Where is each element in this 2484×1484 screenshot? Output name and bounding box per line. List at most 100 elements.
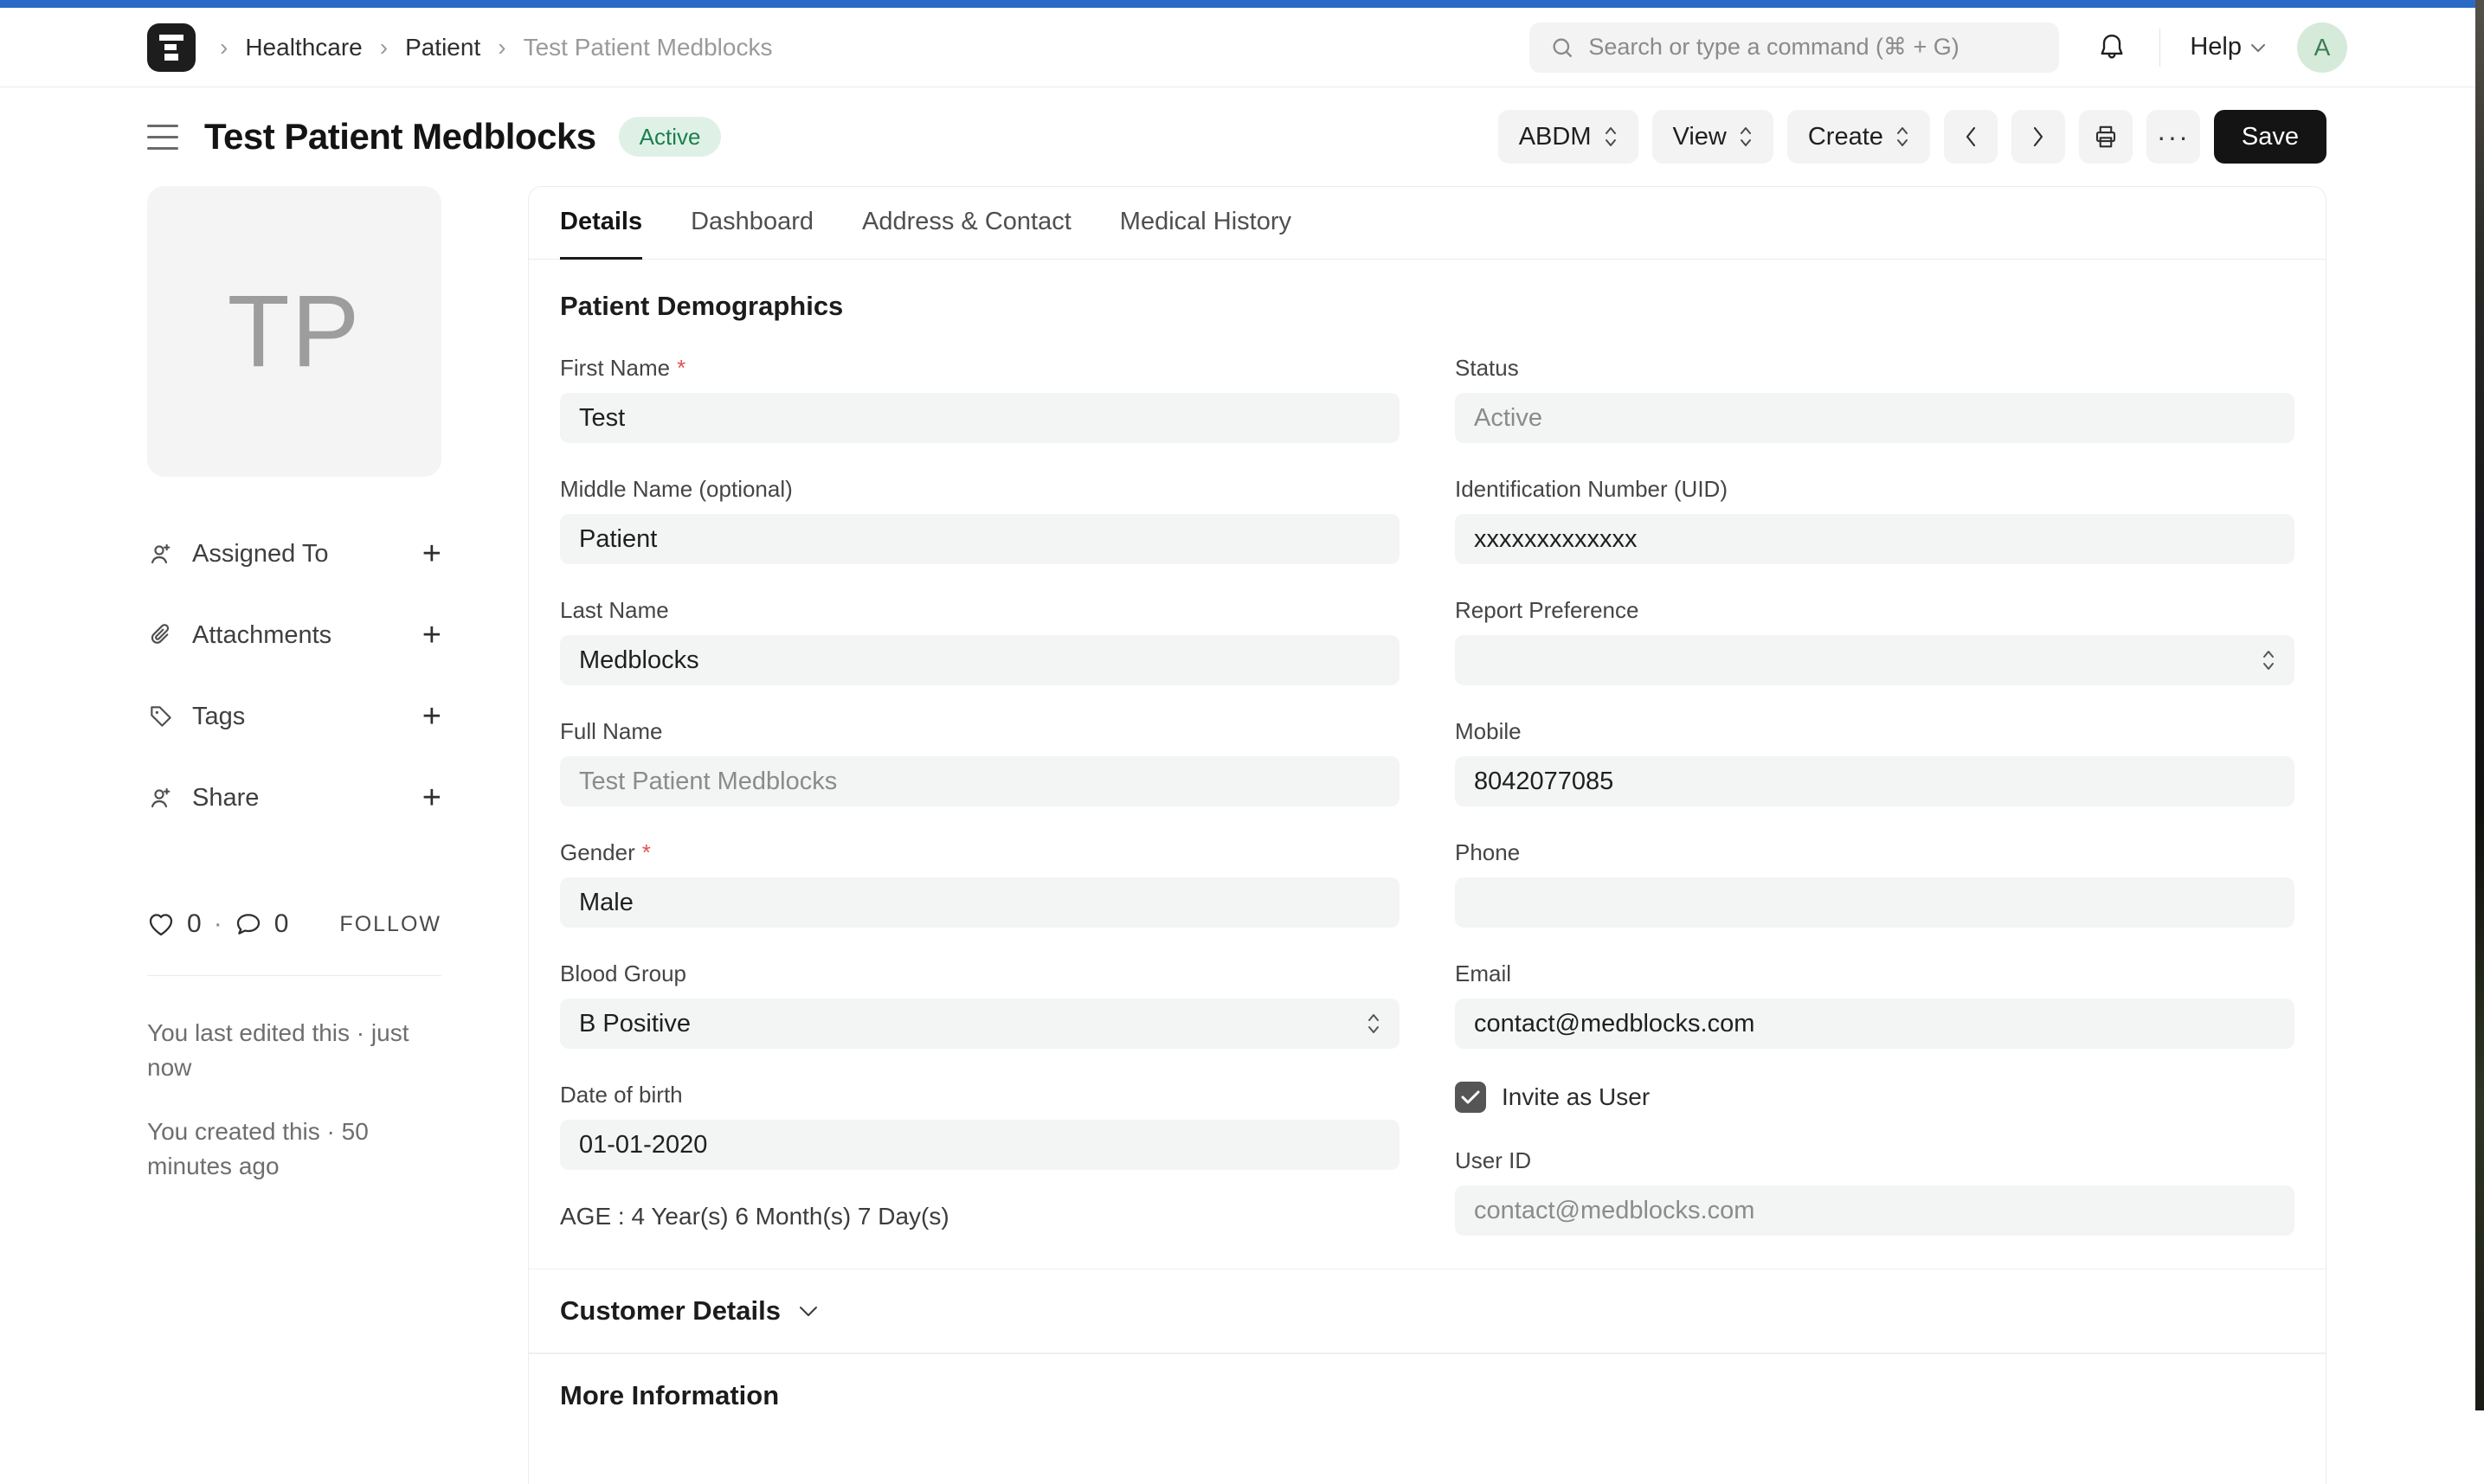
user-plus-icon	[147, 540, 175, 568]
first-name-label: First Name	[560, 355, 670, 382]
user-avatar[interactable]: A	[2297, 22, 2347, 73]
blood-group-select[interactable]: B Positive	[560, 999, 1400, 1049]
last-edited-text[interactable]: You last edited this · just now	[147, 1016, 441, 1085]
help-menu[interactable]: Help	[2190, 33, 2266, 61]
search-input[interactable]: Search or type a command (⌘ + G)	[1529, 22, 2059, 73]
blood-group-field: Blood Group B Positive	[560, 960, 1400, 1049]
next-record-button[interactable]	[2011, 110, 2065, 164]
likes-row: 0 · 0 FOLLOW	[147, 909, 441, 939]
select-arrows-icon	[2262, 648, 2275, 672]
date-of-birth-field: Date of birth 01-01-2020	[560, 1082, 1400, 1170]
checkbox-checked-icon[interactable]	[1455, 1082, 1486, 1113]
uid-input[interactable]: xxxxxxxxxxxxx	[1455, 514, 2294, 564]
details-form: Patient Demographics First Name * Test	[529, 260, 2326, 1269]
main-card: Details Dashboard Address & Contact Medi…	[528, 186, 2326, 1484]
customer-details-title: Customer Details	[560, 1295, 781, 1327]
breadcrumb: › Healthcare › Patient › Test Patient Me…	[147, 23, 772, 72]
add-assignment-button[interactable]: +	[422, 537, 441, 570]
patient-image-placeholder[interactable]: TP	[147, 186, 441, 477]
app-logo[interactable]	[147, 23, 196, 72]
tag-icon	[147, 703, 175, 730]
breadcrumb-chevron-icon: ›	[380, 34, 388, 61]
view-dropdown-button[interactable]: View	[1652, 110, 1773, 164]
mobile-field: Mobile 8042077085	[1455, 718, 2294, 806]
gender-label: Gender	[560, 839, 635, 866]
report-preference-select[interactable]	[1455, 635, 2294, 685]
status-label: Status	[1455, 355, 1519, 382]
search-placeholder: Search or type a command (⌘ + G)	[1588, 34, 1959, 61]
sidebar-item-share[interactable]: Share +	[147, 769, 441, 826]
user-plus-icon	[147, 784, 175, 812]
sidebar-toggle-button[interactable]	[147, 125, 178, 150]
tab-medical-history[interactable]: Medical History	[1120, 187, 1291, 260]
phone-input[interactable]	[1455, 877, 2294, 928]
tab-details[interactable]: Details	[560, 187, 642, 260]
breadcrumb-chevron-icon: ›	[220, 34, 228, 61]
chevron-right-icon	[2031, 125, 2045, 148]
uid-field: Identification Number (UID) xxxxxxxxxxxx…	[1455, 476, 2294, 564]
sidebar: TP Assigned To + Attachments +	[147, 186, 441, 1213]
navbar-divider	[2159, 29, 2160, 67]
add-attachment-button[interactable]: +	[422, 619, 441, 652]
customer-details-section-toggle[interactable]: Customer Details	[529, 1269, 2326, 1352]
follow-button[interactable]: FOLLOW	[339, 912, 441, 937]
search-icon	[1550, 35, 1574, 60]
help-label: Help	[2190, 33, 2242, 61]
gender-input[interactable]: Male	[560, 877, 1400, 928]
sidebar-item-attachments[interactable]: Attachments +	[147, 607, 441, 664]
email-input[interactable]: contact@medblocks.com	[1455, 999, 2294, 1049]
heart-icon[interactable]	[147, 911, 175, 937]
form-left-column: First Name * Test Middle Name (optional)…	[560, 355, 1400, 1269]
required-marker: *	[677, 355, 685, 382]
breadcrumb-healthcare[interactable]: Healthcare	[245, 34, 362, 61]
status-input: Active	[1455, 393, 2294, 443]
comment-icon[interactable]	[235, 911, 262, 937]
add-tag-button[interactable]: +	[422, 700, 441, 733]
chevron-left-icon	[1964, 125, 1978, 148]
patient-initials: TP	[228, 273, 362, 390]
status-badge: Active	[619, 117, 722, 157]
middle-name-field: Middle Name (optional) Patient	[560, 476, 1400, 564]
required-marker: *	[642, 839, 651, 866]
navbar-right: Help A	[2097, 22, 2347, 73]
report-preference-field: Report Preference	[1455, 597, 2294, 685]
uid-label: Identification Number (UID)	[1455, 476, 1728, 503]
sidebar-menu: Assigned To + Attachments + Tags +	[147, 525, 441, 826]
avatar-initial: A	[2314, 34, 2331, 61]
breadcrumb-patient[interactable]: Patient	[405, 34, 480, 61]
email-label: Email	[1455, 960, 1511, 987]
tab-dashboard[interactable]: Dashboard	[691, 187, 814, 260]
breadcrumb-chevron-icon: ›	[498, 34, 505, 61]
invite-as-user-checkbox[interactable]: Invite as User	[1455, 1082, 2294, 1113]
previous-record-button[interactable]	[1944, 110, 1998, 164]
create-dropdown-button[interactable]: Create	[1787, 110, 1930, 164]
first-name-input[interactable]: Test	[560, 393, 1400, 443]
date-of-birth-input[interactable]: 01-01-2020	[560, 1120, 1400, 1170]
navbar: › Healthcare › Patient › Test Patient Me…	[0, 8, 2484, 87]
user-id-input: contact@medblocks.com	[1455, 1185, 2294, 1236]
page-header: Test Patient Medblocks Active ABDM View …	[0, 87, 2484, 186]
gender-field: Gender * Male	[560, 839, 1400, 928]
select-arrows-icon	[1895, 125, 1909, 148]
bell-icon	[2097, 32, 2127, 63]
tab-address-contact[interactable]: Address & Contact	[862, 187, 1071, 260]
mobile-input[interactable]: 8042077085	[1455, 756, 2294, 806]
last-name-input[interactable]: Medblocks	[560, 635, 1400, 685]
desktop-wallpaper-sliver	[2475, 0, 2484, 1410]
notifications-button[interactable]	[2097, 32, 2127, 63]
more-information-section-toggle[interactable]: More Information	[529, 1353, 2326, 1437]
date-of-birth-label: Date of birth	[560, 1082, 683, 1108]
sidebar-item-assigned-to[interactable]: Assigned To +	[147, 525, 441, 582]
likes-count: 0	[187, 909, 202, 939]
form-right-column: Status Active Identification Number (UID…	[1455, 355, 2294, 1269]
sidebar-item-tags[interactable]: Tags +	[147, 688, 441, 745]
created-text[interactable]: You created this · 50 minutes ago	[147, 1115, 441, 1184]
mobile-label: Mobile	[1455, 718, 1522, 745]
save-button[interactable]: Save	[2214, 110, 2326, 164]
abdm-dropdown-button[interactable]: ABDM	[1498, 110, 1638, 164]
middle-name-input[interactable]: Patient	[560, 514, 1400, 564]
more-actions-button[interactable]: ···	[2146, 110, 2200, 164]
print-button[interactable]	[2079, 110, 2133, 164]
add-share-button[interactable]: +	[422, 781, 441, 814]
last-name-field: Last Name Medblocks	[560, 597, 1400, 685]
